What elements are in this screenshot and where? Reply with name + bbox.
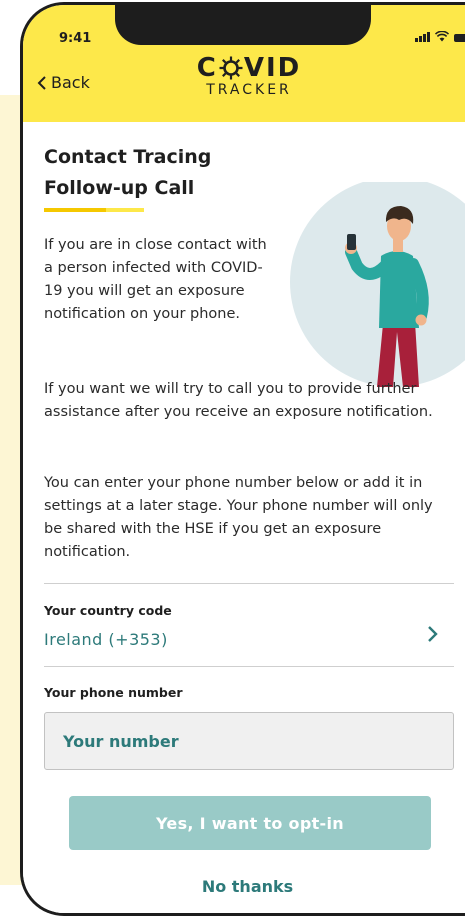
back-button[interactable]: Back	[37, 73, 90, 92]
page-title-line: Follow-up Call	[44, 177, 195, 199]
logo-letter: C	[196, 53, 218, 83]
intro-paragraph: If you are in close contact with a perso…	[44, 237, 267, 322]
status-time: 9:41	[59, 31, 92, 46]
app-screen: 9:41 Back C VID TRACKER Contact Tracing …	[0, 0, 465, 921]
title-underline	[44, 208, 144, 212]
logo-letters: VID	[243, 53, 302, 83]
page-title: Contact Tracing Follow-up Call	[44, 142, 284, 204]
opt-in-button[interactable]: Yes, I want to opt-in	[69, 796, 431, 850]
no-thanks-link[interactable]: No thanks	[23, 877, 465, 896]
callback-paragraph: If you want we will try to call you to p…	[44, 381, 433, 420]
phone-frame: 9:41 Back C VID TRACKER Contact Tracing …	[20, 2, 465, 916]
phone-number-input[interactable]	[44, 712, 454, 770]
wifi-icon	[435, 31, 449, 42]
header-bar: 9:41 Back C VID TRACKER	[23, 5, 465, 122]
page-title-line: Contact Tracing	[44, 146, 212, 168]
chevron-right-icon	[428, 626, 438, 642]
page-content: Contact Tracing Follow-up Call If you ar…	[23, 122, 465, 913]
phone-notch	[115, 5, 371, 45]
phone-info-paragraph: You can enter your phone number below or…	[44, 475, 433, 560]
covid-tracker-logo: C VID TRACKER	[189, 55, 309, 97]
virus-icon	[219, 56, 243, 80]
country-code-label: Your country code	[44, 603, 172, 618]
logo-subtitle: TRACKER	[206, 82, 292, 98]
divider	[44, 666, 454, 667]
signal-icon	[415, 32, 430, 42]
chevron-left-icon	[37, 75, 46, 90]
battery-icon	[454, 34, 465, 42]
logo-wordmark: C VID	[189, 55, 309, 81]
country-code-value: Ireland (+353)	[44, 630, 168, 649]
back-label: Back	[51, 73, 90, 92]
phone-number-label: Your phone number	[44, 685, 183, 700]
status-icons	[415, 31, 465, 42]
person-with-phone-illustration	[290, 182, 465, 387]
divider	[44, 583, 454, 584]
